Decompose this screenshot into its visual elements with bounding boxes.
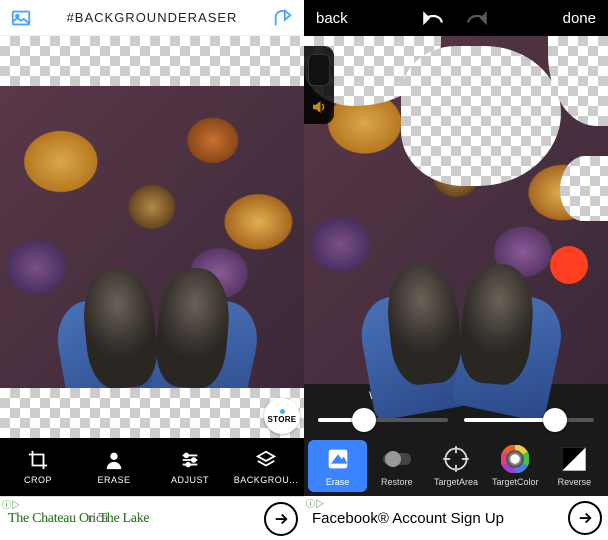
- checker-bottom: [0, 388, 304, 438]
- app-title: #BACKGROUNDERASER: [67, 10, 238, 25]
- screen-right-editor: back done Width Offset: [304, 0, 608, 540]
- store-button[interactable]: STORE: [264, 398, 300, 434]
- side-controls: [304, 46, 334, 124]
- speaker-icon[interactable]: [310, 98, 328, 116]
- tab-crop[interactable]: CROP: [0, 438, 76, 496]
- back-button[interactable]: back: [316, 10, 348, 27]
- tab-background[interactable]: BACKGROU...: [228, 438, 304, 496]
- left-header: #BACKGROUNDERASER: [0, 0, 304, 36]
- tool-restore[interactable]: Restore: [367, 440, 426, 492]
- right-header: back done: [304, 0, 608, 36]
- tab-adjust[interactable]: ADJUST: [152, 438, 228, 496]
- redo-icon[interactable]: [464, 7, 490, 29]
- ad-arrow-icon[interactable]: [264, 502, 298, 536]
- brush-cursor[interactable]: [550, 246, 588, 284]
- right-ad-banner[interactable]: ⓘ▷ Facebook® Account Sign Up: [304, 496, 608, 540]
- left-toolbar: CROP ERASE ADJUST BACKGROU...: [0, 438, 304, 496]
- crop-icon: [27, 449, 49, 471]
- erase-icon: [324, 445, 352, 473]
- colorwheel-icon: [501, 445, 529, 473]
- ad-text-right: Facebook® Account Sign Up: [312, 510, 504, 527]
- reverse-icon: [560, 445, 588, 473]
- preview-thumbnail[interactable]: [308, 54, 330, 86]
- checker-top: [0, 36, 304, 86]
- store-label: STORE: [268, 415, 297, 424]
- target-icon: [442, 445, 470, 473]
- tab-erase[interactable]: ERASE: [76, 438, 152, 496]
- restore-icon: [383, 445, 411, 473]
- left-ad-banner[interactable]: ⓘ▷ The Chateau On The Lake rica: [0, 496, 304, 540]
- tool-reverse[interactable]: Reverse: [545, 440, 604, 492]
- gallery-icon[interactable]: [10, 7, 32, 29]
- ad-info-icon[interactable]: ⓘ▷: [2, 498, 20, 511]
- done-button[interactable]: done: [563, 10, 596, 27]
- left-canvas[interactable]: STORE: [0, 36, 304, 438]
- ad-text-left: The Chateau On The Lake rica: [8, 511, 149, 527]
- right-canvas[interactable]: [304, 36, 608, 384]
- tool-targetarea[interactable]: TargetArea: [426, 440, 485, 492]
- photo-original: [0, 86, 304, 388]
- screen-left-gallery: #BACKGROUNDERASER STORE CROP ERASE ADJUS…: [0, 0, 304, 540]
- share-icon[interactable]: [272, 7, 294, 29]
- person-icon: [103, 449, 125, 471]
- sliders-icon: [179, 449, 201, 471]
- photo-edited: [304, 36, 608, 384]
- layers-icon: [255, 449, 277, 471]
- right-toolbar: Erase Restore TargetArea TargetColor Rev…: [304, 436, 608, 496]
- ad-info-icon[interactable]: ⓘ▷: [306, 497, 324, 510]
- tool-erase[interactable]: Erase: [308, 440, 367, 492]
- undo-icon[interactable]: [420, 7, 446, 29]
- ad-arrow-icon[interactable]: [568, 501, 602, 535]
- tool-targetcolor[interactable]: TargetColor: [486, 440, 545, 492]
